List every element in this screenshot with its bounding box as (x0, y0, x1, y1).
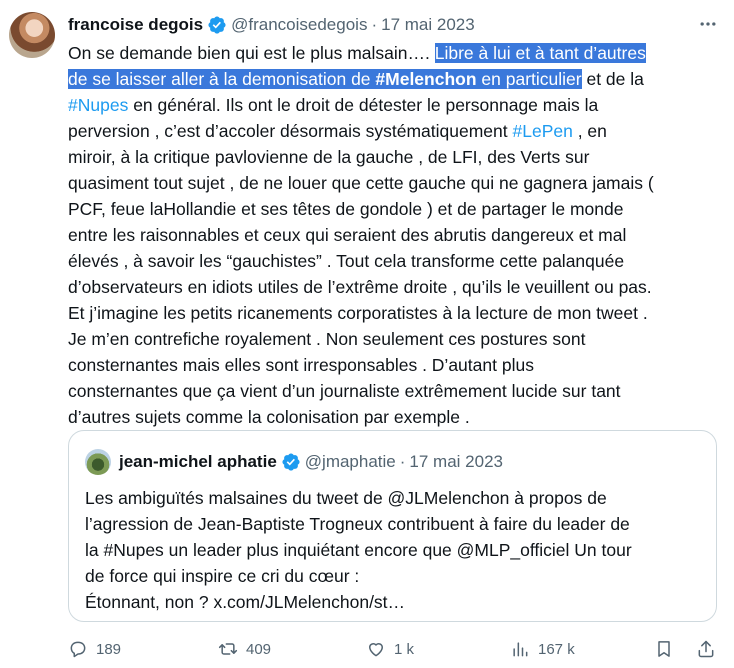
retweet-count: 409 (246, 640, 272, 658)
text-line: miroir, à la critique pavlovienne de la … (68, 147, 590, 167)
quoted-header: jean-michel aphatie @jmaphatie · 17 mai … (119, 449, 503, 475)
more-button[interactable] (696, 12, 720, 36)
text-segment: On se demande bien qui est le plus malsa… (68, 43, 435, 63)
share-button[interactable] (696, 634, 716, 664)
text-line: consternantes mais elles sont irresponsa… (68, 355, 534, 375)
text-segment: et de la (581, 69, 644, 89)
bookmark-button[interactable] (654, 634, 674, 664)
heart-icon (369, 643, 383, 657)
like-button[interactable]: 1 k (366, 634, 414, 664)
action-bar: 189 409 1 k 167 k (68, 634, 728, 664)
views-icon (513, 642, 528, 657)
reply-button[interactable]: 189 (68, 634, 121, 664)
quoted-tweet[interactable]: jean-michel aphatie @jmaphatie · 17 mai … (68, 430, 717, 622)
more-icon (700, 22, 716, 26)
text-line: l’agression de Jean-Baptiste Trogneux co… (85, 514, 630, 534)
retweet-button[interactable]: 409 (218, 634, 271, 664)
quoted-date[interactable]: 17 mai 2023 (409, 452, 503, 472)
text-line: Les ambiguïtés malsaines du tweet de @JL… (85, 488, 607, 508)
text-line: consternantes que ça vient d’un journali… (68, 381, 621, 401)
author-handle[interactable]: @francoisedegois (231, 15, 367, 35)
tweet-date[interactable]: 17 mai 2023 (381, 15, 475, 35)
retweet-icon (218, 643, 238, 655)
text-segment: perversion , c’est d’accoler désormais s… (68, 121, 513, 141)
text-line: #Nupes en général. Ils ont le droit de d… (68, 92, 728, 118)
reply-count: 189 (96, 640, 122, 658)
tweet-text: On se demande bien qui est le plus malsa… (68, 40, 728, 430)
text-line: d’observateurs en idiots utiles de l’ext… (68, 277, 652, 297)
tweet: francoise degois @francoisedegois · 17 m… (0, 0, 734, 668)
author-name[interactable]: francoise degois (68, 15, 203, 35)
reply-icon (70, 641, 86, 658)
text-line: Et j’imagine les petits ricanements corp… (68, 303, 648, 323)
selected-text: Libre à lui et à tant d’autres (434, 43, 646, 63)
text-segment: , en (572, 121, 607, 141)
text-segment: de se laisser aller à la demonisation de (68, 69, 376, 89)
text-line: perversion , c’est d’accoler désormais s… (68, 118, 728, 144)
hashtag-lepen[interactable]: #LePen (513, 121, 573, 141)
text-line: de se laisser aller à la demonisation de… (68, 66, 728, 92)
quoted-text: Les ambiguïtés malsaines du tweet de @JL… (85, 485, 710, 615)
selected-text: de se laisser aller à la demonisation de… (68, 69, 582, 89)
views-button[interactable]: 167 k (510, 634, 575, 664)
text-line: élevés , à savoir les “gauchistes” . Tou… (68, 251, 625, 271)
text-line: Étonnant, non ? x.com/JLMelenchon/st… (85, 592, 406, 612)
avatar[interactable] (9, 12, 55, 58)
text-segment: en général. Ils ont le droit de détester… (128, 95, 599, 115)
text-line: de force qui inspire ce cri du cœur : (85, 566, 360, 586)
separator-dot: · (399, 452, 406, 471)
text-line: Je m’en contrefiche royalement . Non seu… (68, 329, 586, 349)
hashtag-nupes[interactable]: #Nupes (68, 95, 128, 115)
bookmark-icon (658, 641, 670, 657)
quoted-avatar[interactable] (85, 449, 111, 475)
view-count: 167 k (538, 640, 575, 658)
text-line: d’autres sujets comme la colonisation pa… (68, 407, 470, 427)
verified-badge-icon (282, 453, 300, 471)
like-count: 1 k (394, 640, 415, 658)
quoted-author-name[interactable]: jean-michel aphatie (119, 452, 277, 472)
text-line: entre les raisonnables et ceux qui serai… (68, 225, 627, 245)
verified-badge-icon (208, 16, 226, 34)
text-line: On se demande bien qui est le plus malsa… (68, 40, 728, 66)
text-segment: en particulier (476, 69, 582, 89)
separator-dot: · (371, 15, 378, 34)
text-line: la #Nupes un leader plus inquiétant enco… (85, 540, 632, 560)
quoted-author-handle[interactable]: @jmaphatie (305, 452, 396, 472)
tweet-header: francoise degois @francoisedegois · 17 m… (68, 13, 475, 37)
share-icon (698, 640, 714, 658)
hashtag-melenchon[interactable]: #Melenchon (375, 69, 476, 89)
text-line: PCF, feue laHollandie et ses têtes de go… (68, 199, 624, 219)
text-line: quasiment tout sujet , de ne louer que c… (68, 173, 654, 193)
